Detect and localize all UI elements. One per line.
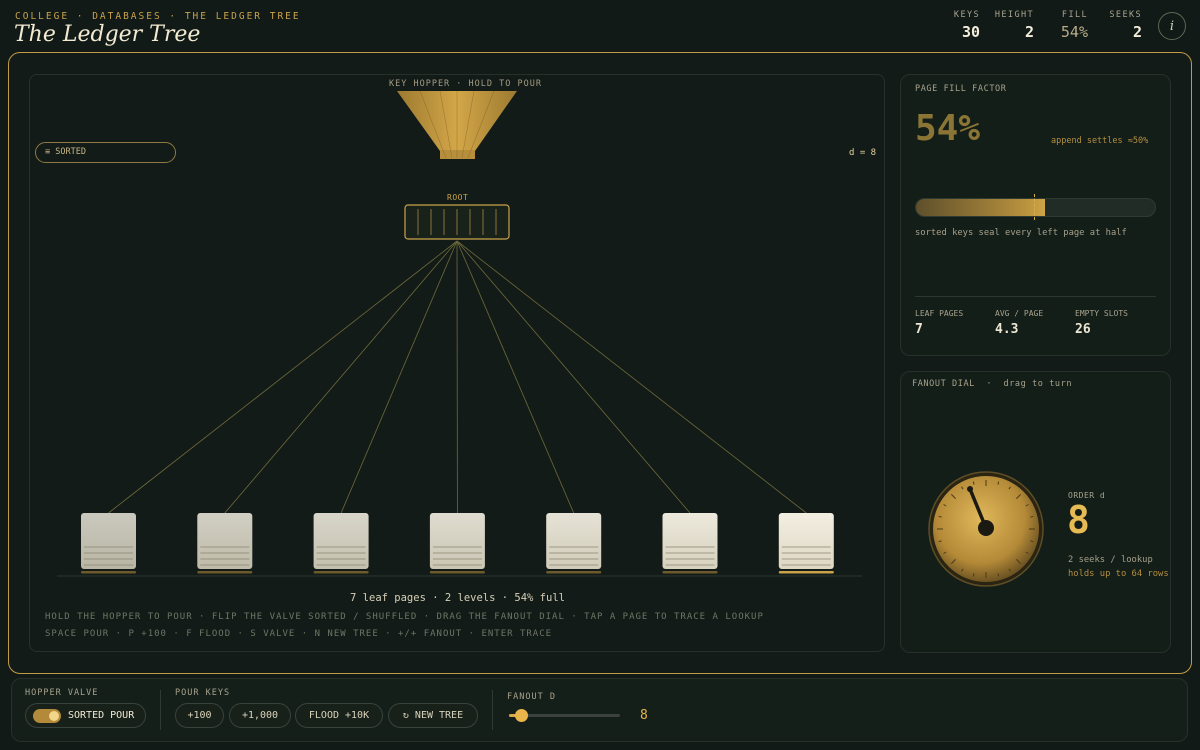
toggle-switch[interactable] [33,708,61,723]
empty-slots-label: EMPTY SLOTS [1075,309,1128,318]
tree-edge [456,240,691,514]
pour-100-button[interactable]: +100 [175,703,224,728]
tree-edge [456,240,575,514]
fanout-slider-thumb[interactable] [515,709,528,722]
divider [160,690,161,730]
fill-percent: 54% [915,108,981,149]
tree-edge [340,240,458,514]
pour-keys-label: POUR KEYS [175,688,231,698]
tree-edge [456,240,807,514]
leaf-page[interactable] [313,513,369,574]
divider [492,690,493,730]
help-instructions: HOLD THE HOPPER TO POUR · FLIP THE VALVE… [45,612,764,622]
hopper-valve-label: HOPPER VALVE [25,688,99,698]
empty-slots-value: 26 [1075,322,1091,337]
dial-hub [978,520,994,536]
avg-page-label: AVG / PAGE [995,309,1044,318]
valve-button-label: SORTED POUR [68,710,135,721]
fill-panel-label: PAGE FILL FACTOR [915,84,1007,94]
new-tree-button[interactable]: ↻ NEW TREE [388,703,478,728]
leaf-page[interactable] [778,513,834,574]
fill-note: sorted keys seal every left page at half [915,228,1127,238]
tree-edge [224,240,458,514]
leaf-pages-value: 7 [915,322,923,337]
fanout-dial[interactable] [926,469,1046,589]
fill-meter-bar [916,199,1046,216]
seeks-note: 2 seeks / lookup [1068,555,1153,565]
divider [915,296,1156,297]
tree-summary: 7 leaf pages · 2 levels · 54% full [350,592,565,604]
fanout-label: FANOUT D [507,692,556,702]
fill-meter [915,198,1156,217]
settle-note: append settles ≈50% [1051,136,1149,146]
tree-edge [108,240,458,514]
avg-page-value: 4.3 [995,322,1019,337]
order-value: 8 [1067,498,1090,542]
root-node[interactable] [404,204,510,240]
half-fill-marker [1034,194,1035,220]
leaf-page[interactable] [197,513,253,574]
rows-note: holds up to 64 rows [1068,569,1169,579]
hopper-funnel[interactable] [397,90,517,159]
fanout-panel-label: FANOUT DIAL · drag to turn [912,379,1073,389]
pour-1000-button[interactable]: +1,000 [229,703,291,728]
leaf-pages-label: LEAF PAGES [915,309,964,318]
fanout-value: 8 [640,708,648,723]
leaf-page[interactable] [429,513,485,574]
keyboard-shortcuts: SPACE POUR · P +100 · F FLOOD · S VALVE … [45,629,553,639]
valve-toggle-button[interactable]: SORTED POUR [25,703,146,728]
leaf-page[interactable] [81,513,136,574]
leaf-page[interactable] [662,513,718,574]
flood-button[interactable]: FLOOD +10K [295,703,383,728]
leaf-page[interactable] [546,513,602,574]
